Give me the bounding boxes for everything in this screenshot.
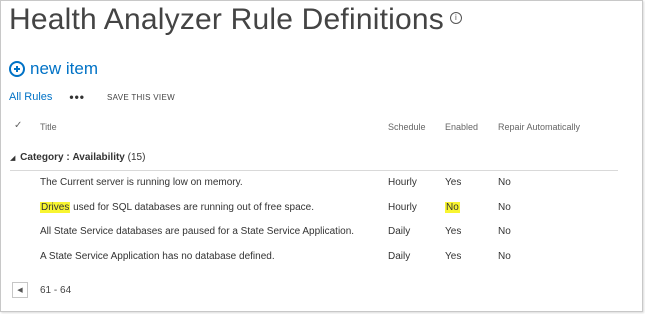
row-repair: No [498, 202, 511, 213]
new-item-label: new item [30, 59, 99, 78]
row-enabled: Yes [445, 177, 462, 188]
column-header-schedule[interactable]: Schedule [388, 122, 426, 132]
row-enabled: Yes [445, 251, 462, 262]
row-title-link[interactable]: Drives used for SQL databases are runnin… [40, 196, 314, 220]
group-separator: : [66, 152, 70, 163]
row-schedule: Hourly [388, 177, 417, 188]
add-circle-icon [9, 61, 25, 77]
view-all-rules[interactable]: All Rules [9, 91, 52, 103]
group-count: (15) [127, 152, 146, 163]
group-header[interactable]: ◢ Category : Availability (15) [10, 152, 145, 163]
row-schedule: Daily [388, 251, 411, 262]
new-item-button[interactable]: new item [9, 59, 98, 79]
row-enabled: Yes [445, 226, 462, 237]
pager-range: 61 - 64 [40, 284, 72, 296]
table-row[interactable]: The Current server is running low on mem… [0, 171, 640, 195]
row-title-link[interactable]: All State Service databases are paused f… [40, 220, 354, 244]
row-repair: No [498, 251, 511, 262]
info-icon[interactable]: i [449, 12, 462, 25]
table-row[interactable]: Drives used for SQL databases are runnin… [0, 196, 640, 220]
group-label: Category [20, 152, 64, 163]
row-enabled-highlight: No [445, 202, 460, 213]
group-value: Availability [72, 152, 125, 163]
row-repair: No [498, 226, 511, 237]
row-title-rest: used for SQL databases are running out o… [70, 202, 315, 213]
collapse-caret-icon[interactable]: ◢ [10, 155, 15, 162]
save-view-button[interactable]: SAVE THIS VIEW [107, 93, 175, 102]
row-title-highlight: Drives [40, 202, 71, 213]
row-schedule: Hourly [388, 202, 417, 213]
column-header-enabled[interactable]: Enabled [445, 122, 478, 132]
column-header-title[interactable]: Title [40, 122, 57, 132]
page-title-text: Health Analyzer Rule Definitions [9, 3, 444, 36]
more-options-button[interactable]: ••• [69, 90, 85, 104]
row-title-link[interactable]: A State Service Application has no datab… [40, 245, 275, 269]
view-bar: All Rules ••• SAVE THIS VIEW [9, 90, 175, 104]
row-title-link[interactable]: The Current server is running low on mem… [40, 171, 243, 195]
page-title: Health Analyzer Rule Definitions i [9, 3, 462, 37]
row-enabled: No [445, 196, 460, 220]
table-row[interactable]: A State Service Application has no datab… [0, 245, 640, 269]
column-header-repair[interactable]: Repair Automatically [498, 122, 580, 132]
previous-page-icon[interactable]: ◀ [12, 282, 28, 298]
pager: ◀ 61 - 64 [12, 282, 71, 298]
table-row[interactable]: All State Service databases are paused f… [0, 220, 640, 244]
select-all-check-icon[interactable]: ✓ [14, 120, 22, 131]
row-schedule: Daily [388, 226, 411, 237]
row-repair: No [498, 177, 511, 188]
